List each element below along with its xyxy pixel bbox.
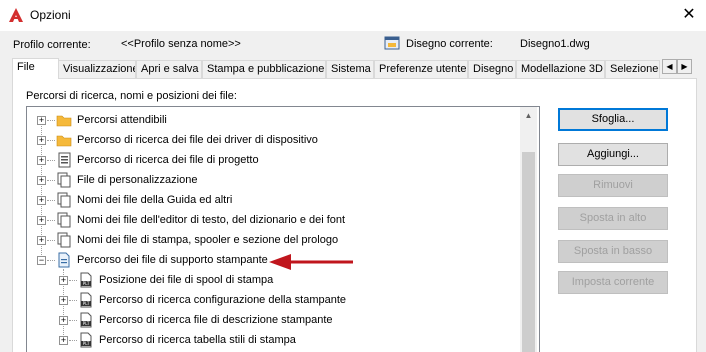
tree-guide-line	[69, 320, 77, 321]
move-down-button[interactable]: Sposta in basso	[558, 240, 668, 263]
plt-label: PLT	[83, 301, 90, 306]
drawing-label: Disegno corrente:	[406, 38, 493, 50]
tree-item-label: Nomi dei file dell'editor di testo, del …	[77, 214, 346, 226]
search-paths-tree[interactable]: + Percorsi attendibili + Percorso di ric…	[26, 106, 540, 352]
expand-icon[interactable]: +	[37, 116, 46, 125]
tab-sistema[interactable]: Sistema	[326, 60, 374, 78]
tab-strip: File Visualizzazione Apri e salva Stampa…	[12, 58, 676, 79]
tree-item-printer-config-path[interactable]: + PLT Percorso di ricerca configurazione…	[27, 290, 521, 310]
tab-stampa-e-pubblicazione[interactable]: Stampa e pubblicazione	[202, 60, 326, 78]
expand-icon[interactable]: +	[37, 236, 46, 245]
tree-item-printer-description-path[interactable]: + PLT Percorso di ricerca file di descri…	[27, 310, 521, 330]
documents-icon	[57, 212, 71, 228]
tree-guide-line	[47, 120, 55, 121]
tree-item-label: Percorso di ricerca tabella stili di sta…	[99, 334, 296, 346]
tab-apri-e-salva[interactable]: Apri e salva	[136, 60, 202, 78]
folder-icon	[56, 135, 72, 147]
add-button[interactable]: Aggiungi...	[558, 143, 668, 166]
plt-file-icon: PLT	[80, 292, 92, 308]
expand-icon[interactable]: +	[37, 196, 46, 205]
tab-preferenze-utente[interactable]: Preferenze utente	[374, 60, 468, 78]
collapse-icon[interactable]: −	[37, 256, 46, 265]
documents-icon	[57, 172, 71, 188]
tree-guide-line	[47, 200, 55, 201]
expand-icon[interactable]: +	[59, 296, 68, 305]
tree-item-spool-location[interactable]: + PLT Posizione dei file di spool di sta…	[27, 270, 521, 290]
printer-file-icon	[58, 252, 70, 268]
expand-icon[interactable]: +	[37, 216, 46, 225]
expand-icon[interactable]: +	[37, 176, 46, 185]
set-current-button[interactable]: Imposta corrente	[558, 271, 668, 294]
plt-label: PLT	[83, 341, 90, 346]
tab-scroll-right-button[interactable]: ▶	[677, 59, 692, 74]
tab-file[interactable]: File	[12, 58, 59, 79]
profile-value: <<Profilo senza nome>>	[121, 38, 241, 50]
tab-disegno[interactable]: Disegno	[468, 60, 516, 78]
drawing-value: Disegno1.dwg	[520, 38, 590, 50]
plt-file-icon: PLT	[80, 332, 92, 348]
tree-guide-line	[47, 220, 55, 221]
tree-scrollbar[interactable]: ▲	[520, 107, 537, 352]
tab-visualizzazione[interactable]: Visualizzazione	[58, 60, 136, 78]
annotation-arrow-icon	[269, 254, 353, 270]
tree-item-plot-files[interactable]: + Nomi dei file di stampa, spooler e sez…	[27, 230, 521, 250]
plt-file-icon: PLT	[80, 312, 92, 328]
profile-label: Profilo corrente:	[13, 39, 91, 51]
autocad-logo-icon	[9, 8, 23, 22]
expand-icon[interactable]: +	[59, 276, 68, 285]
tree-item-help-files[interactable]: + Nomi dei file della Guida ed altri	[27, 190, 521, 210]
drawing-icon	[384, 36, 400, 50]
tree-guide-line	[47, 160, 55, 161]
tree-guide-line	[69, 300, 77, 301]
remove-button[interactable]: Rimuovi	[558, 174, 668, 197]
expand-icon[interactable]: +	[37, 156, 46, 165]
tree-guide-line	[69, 280, 77, 281]
documents-icon	[57, 192, 71, 208]
tab-scroll-left-button[interactable]: ◀	[662, 59, 677, 74]
tree-item-label: Percorso di ricerca dei file di progetto	[77, 154, 259, 166]
tree-guide-line	[47, 140, 55, 141]
tree-item-label: File di personalizzazione	[77, 174, 198, 186]
tree-item-label: Nomi dei file di stampa, spooler e sezio…	[77, 234, 339, 246]
tree-item-editor-files[interactable]: + Nomi dei file dell'editor di testo, de…	[27, 210, 521, 230]
plt-label: PLT	[83, 321, 90, 326]
section-label: Percorsi di ricerca, nomi e posizioni de…	[26, 90, 237, 102]
plt-file-icon: PLT	[80, 272, 92, 288]
tree-item-label: Percorso di ricerca file di descrizione …	[99, 314, 333, 326]
expand-icon[interactable]: +	[59, 316, 68, 325]
tree-item-label: Percorso di ricerca configurazione della…	[99, 294, 347, 306]
tab-modellazione-3d[interactable]: Modellazione 3D	[516, 60, 605, 78]
expand-icon[interactable]: +	[59, 336, 68, 345]
title-bar: Opzioni ✕	[0, 0, 706, 31]
browse-button[interactable]: Sfoglia...	[558, 108, 668, 131]
project-file-icon	[58, 152, 71, 168]
tree-guide-line	[47, 240, 55, 241]
close-button[interactable]: ✕	[680, 6, 698, 24]
folder-icon	[56, 115, 72, 127]
tree-item-driver-path[interactable]: + Percorso di ricerca dei file dei drive…	[27, 130, 521, 150]
tab-selezione[interactable]: Selezione	[605, 60, 660, 78]
tree-item-project-path[interactable]: + Percorso di ricerca dei file di proget…	[27, 150, 521, 170]
tree-guide-line	[47, 180, 55, 181]
window-title: Opzioni	[30, 8, 71, 22]
tree-guide-line	[69, 340, 77, 341]
expand-icon[interactable]: +	[37, 136, 46, 145]
tree-item-plot-style-path[interactable]: + PLT Percorso di ricerca tabella stili …	[27, 330, 521, 350]
tree-guide-line	[47, 260, 55, 261]
plt-label: PLT	[83, 281, 90, 286]
tree-item-customization-files[interactable]: + File di personalizzazione	[27, 170, 521, 190]
tree-item-label: Percorsi attendibili	[77, 114, 167, 126]
scroll-thumb[interactable]	[522, 152, 535, 352]
scroll-up-button[interactable]: ▲	[520, 107, 537, 124]
tree-item-label: Posizione dei file di spool di stampa	[99, 274, 274, 286]
tree-item-label: Nomi dei file della Guida ed altri	[77, 194, 233, 206]
tree-item-percorsi-attendibili[interactable]: + Percorsi attendibili	[27, 110, 521, 130]
move-up-button[interactable]: Sposta in alto	[558, 207, 668, 230]
tree-item-label: Percorso di ricerca dei file dei driver …	[77, 134, 318, 146]
documents-icon	[57, 232, 71, 248]
tree-item-label: Percorso dei file di supporto stampante	[77, 254, 268, 266]
